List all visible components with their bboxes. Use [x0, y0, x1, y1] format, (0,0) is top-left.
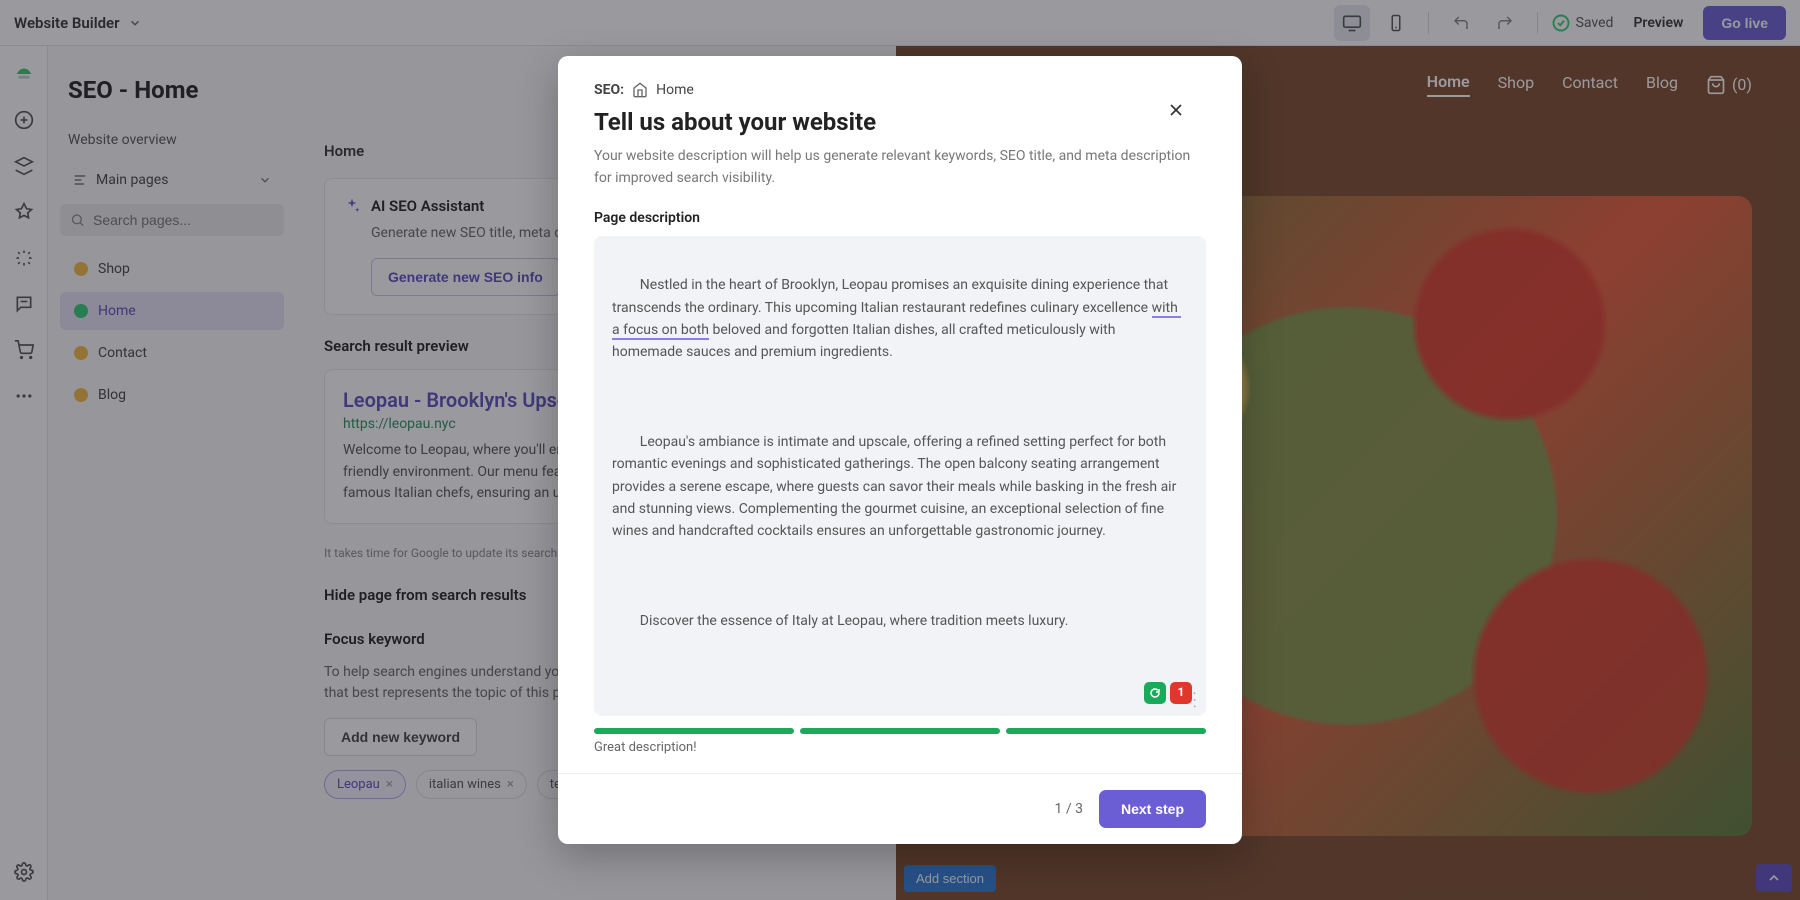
crumb-prefix: SEO:	[594, 82, 624, 98]
description-label: Page description	[594, 210, 1206, 226]
home-icon	[632, 82, 648, 98]
strength-label: Great description!	[594, 740, 1206, 755]
resize-handle[interactable]: ⋰	[1182, 688, 1208, 714]
crumb-page: Home	[656, 82, 694, 98]
modal-subtitle: Your website description will help us ge…	[594, 146, 1206, 189]
next-step-button[interactable]: Next step	[1099, 790, 1206, 828]
modal-overlay[interactable]: SEO: Home Tell us about your website You…	[0, 0, 1800, 900]
modal-close-button[interactable]	[1166, 100, 1186, 120]
grammarly-icon[interactable]	[1144, 682, 1166, 704]
strength-segment	[594, 728, 794, 734]
modal-title: Tell us about your website	[594, 108, 1206, 136]
modal-breadcrumb: SEO: Home	[594, 82, 1206, 98]
description-textarea[interactable]: Nestled in the heart of Brooklyn, Leopau…	[594, 236, 1206, 716]
strength-meter	[594, 728, 1206, 734]
modal-footer: 1 / 3 Next step	[558, 773, 1242, 844]
strength-segment	[1006, 728, 1206, 734]
seo-wizard-modal: SEO: Home Tell us about your website You…	[558, 56, 1242, 843]
step-indicator: 1 / 3	[1055, 801, 1083, 817]
close-icon	[1166, 100, 1186, 120]
strength-segment	[800, 728, 1000, 734]
